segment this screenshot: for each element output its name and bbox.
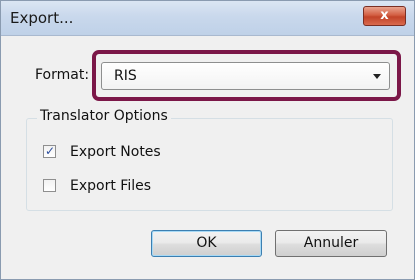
- chevron-down-icon: [373, 74, 381, 79]
- close-icon: x: [380, 8, 389, 23]
- checkmark-icon: ✓: [45, 144, 56, 158]
- translator-options-legend: Translator Options: [37, 108, 171, 124]
- translator-options-group: [26, 118, 393, 211]
- cancel-button[interactable]: Annuler: [275, 230, 387, 257]
- title-bar: Export... x: [1, 1, 414, 36]
- export-dialog: Export... x Format: RIS Translator Optio…: [0, 0, 415, 280]
- ok-button[interactable]: OK: [151, 230, 262, 257]
- export-files-checkbox[interactable]: [43, 179, 56, 192]
- format-select-value: RIS: [114, 68, 137, 84]
- dialog-title: Export...: [10, 9, 74, 27]
- close-button[interactable]: x: [363, 6, 406, 26]
- export-files-label: Export Files: [70, 178, 151, 194]
- export-notes-checkbox[interactable]: ✓: [43, 144, 56, 158]
- export-notes-label: Export Notes: [70, 144, 161, 160]
- format-label: Format:: [35, 67, 90, 83]
- format-select[interactable]: RIS: [101, 62, 390, 90]
